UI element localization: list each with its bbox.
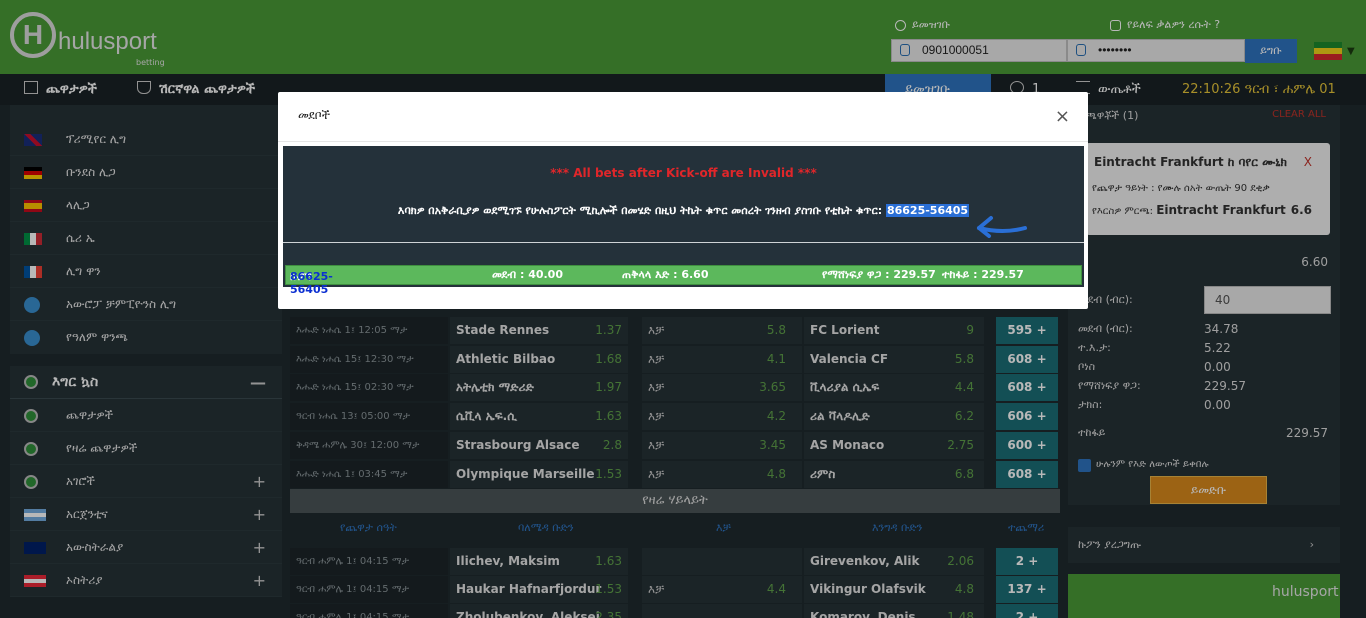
summary-win: የማሸነፍያ ዋጋ : 229.57	[822, 268, 936, 281]
arrow-icon	[977, 216, 1027, 238]
ticket-code[interactable]: 86625-56405	[885, 204, 970, 217]
modal-body: *** All bets after Kick-off are Invalid …	[283, 146, 1084, 311]
modal-title: መደቦች	[298, 108, 331, 122]
summary-payout: ተከፋይ : 229.57	[942, 268, 1024, 281]
kickoff-warning: *** All bets after Kick-off are Invalid …	[550, 166, 817, 180]
divider	[278, 141, 1088, 142]
deposit-instruction: እባክዎ በአቅራቢያዎ ወደሚገኙ የሁሉስፖርት ሚኪሎች በመሄድ በዚህ…	[283, 204, 1084, 218]
summary-total-odds: ጠቅላላ እድ : 6.60	[622, 268, 709, 281]
divider	[283, 242, 1084, 243]
bet-confirmation-modal: መደቦች × *** All bets after Kick-off are I…	[278, 92, 1088, 311]
coupon-value: 86625-56405	[290, 270, 333, 296]
close-icon[interactable]: ×	[1055, 108, 1070, 126]
ticket-summary-bar: ኩፖን ቁጥር : 86625-56405 መደብ : 40.00 ጠቅላላ እ…	[285, 265, 1082, 311]
instruction-text: እባክዎ በአቅራቢያዎ ወደሚገኙ የሁሉስፖርት ሚኪሎች በመሄድ በዚህ…	[397, 204, 883, 217]
summary-stake: መደብ : 40.00	[492, 268, 563, 281]
